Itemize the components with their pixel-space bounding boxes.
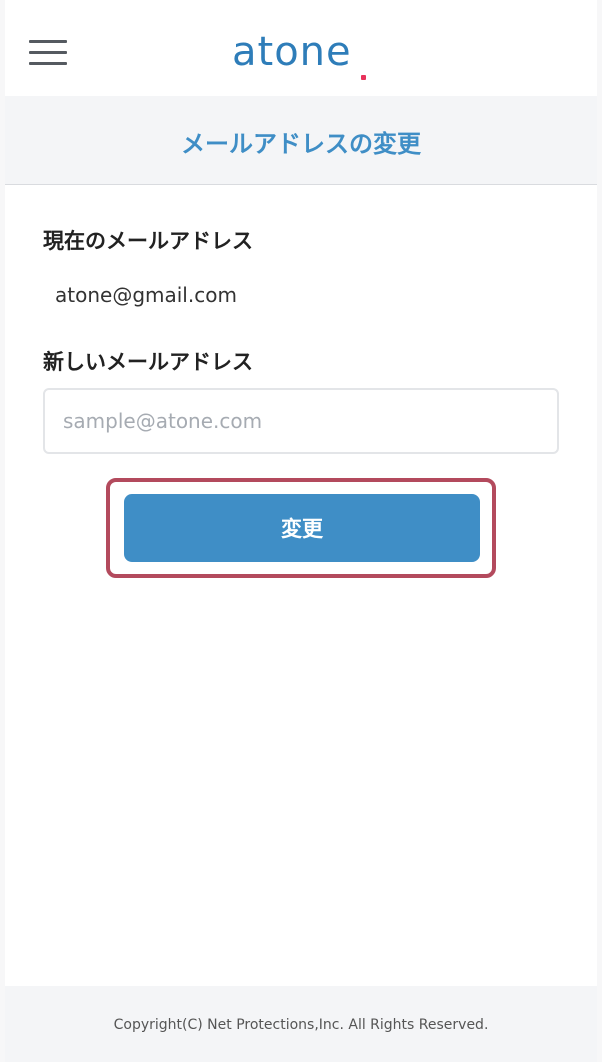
hamburger-menu-icon[interactable] xyxy=(29,40,67,66)
title-bar: メールアドレスの変更 xyxy=(5,96,597,185)
new-email-input[interactable] xyxy=(43,388,559,454)
footer: Copyright(C) Net Protections,Inc. All Ri… xyxy=(5,986,597,1062)
current-email-label: 現在のメールアドレス xyxy=(43,229,253,253)
change-button[interactable]: 変更 xyxy=(124,494,480,562)
new-email-label: 新しいメールアドレス xyxy=(43,350,253,374)
menu-line xyxy=(29,40,67,43)
current-email-value: atone@gmail.com xyxy=(55,283,237,307)
page-title: メールアドレスの変更 xyxy=(181,130,421,158)
copyright-text: Copyright(C) Net Protections,Inc. All Ri… xyxy=(113,1017,489,1033)
menu-line xyxy=(29,51,67,54)
app-frame: atone メールアドレスの変更 現在のメールアドレス atone@gmail.… xyxy=(5,0,597,1062)
atone-logo[interactable]: atone xyxy=(232,28,352,76)
menu-line xyxy=(29,62,67,65)
header: atone xyxy=(5,10,597,96)
logo-accent-dot xyxy=(361,75,366,80)
